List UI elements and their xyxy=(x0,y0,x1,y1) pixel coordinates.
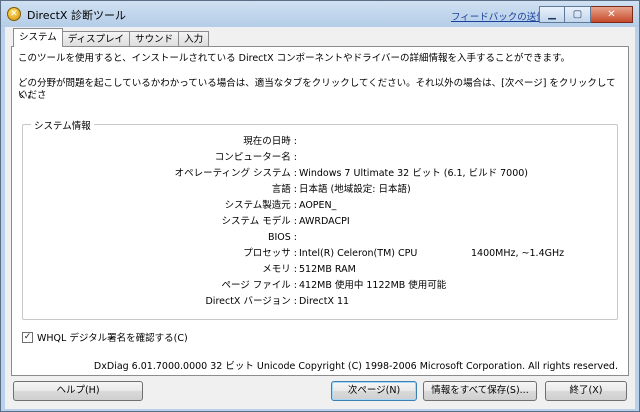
maximize-icon: ▢ xyxy=(572,9,583,20)
checkmark-icon: ✓ xyxy=(23,331,32,342)
tab-display[interactable]: ディスプレイ xyxy=(61,31,131,47)
info-label: オペレーティング システム : xyxy=(174,168,297,179)
info-label: 現在の日時 : xyxy=(243,136,297,147)
info-value: 日本語 (地域設定: 日本語) xyxy=(299,184,411,195)
info-label: 言語 : xyxy=(271,184,297,195)
directx-icon: ✕ xyxy=(7,7,21,21)
exit-button[interactable]: 終了(X) xyxy=(545,381,627,401)
title-bar[interactable]: ✕ DirectX 診断ツール フィードバックの送信 ▁ ▢ ✕ xyxy=(1,1,639,27)
processor-speed: 1400MHz, ~1.4GHz xyxy=(471,248,565,259)
save-all-button[interactable]: 情報をすべて保存(S)... xyxy=(423,381,537,401)
tab-system[interactable]: システム xyxy=(13,28,63,47)
info-label: システム製造元 : xyxy=(224,200,297,211)
info-value: AWRDACPI xyxy=(299,216,350,227)
whql-check-row[interactable]: ✓ WHQL デジタル署名を確認する(C) xyxy=(22,330,188,344)
whql-checkbox[interactable]: ✓ xyxy=(22,331,33,343)
info-label: プロセッサ : xyxy=(243,248,297,259)
group-title: システム情報 xyxy=(31,118,94,132)
maximize-button[interactable]: ▢ xyxy=(565,6,591,23)
info-label: コンピューター名 : xyxy=(214,152,297,163)
info-value: DirectX 11 xyxy=(299,296,350,307)
info-label: システム モデル : xyxy=(221,216,297,227)
version-copyright: DxDiag 6.01.7000.0000 32 ビット Unicode Cop… xyxy=(93,361,618,372)
info-row-manufacturer: システム製造元 : AOPEN_ xyxy=(23,199,613,213)
info-value: Intel(R) Celeron(TM) CPU xyxy=(299,248,418,259)
feedback-link[interactable]: フィードバックの送信 xyxy=(451,9,546,23)
minimize-icon: ▁ xyxy=(548,9,556,20)
tab-sound[interactable]: サウンド xyxy=(129,31,180,47)
info-row-datetime: 現在の日時 : xyxy=(23,135,613,149)
info-row-model: システム モデル : AWRDACPI xyxy=(23,215,613,229)
intro-text-3: い。 xyxy=(18,90,38,101)
info-row-processor: プロセッサ : Intel(R) Celeron(TM) CPU 1400MHz… xyxy=(23,247,613,261)
help-button[interactable]: ヘルプ(H) xyxy=(13,381,143,401)
info-row-bios: BIOS : xyxy=(23,231,613,245)
tab-strip: システム ディスプレイ サウンド 入力 xyxy=(13,28,210,47)
info-row-directx-version: DirectX バージョン : DirectX 11 xyxy=(23,295,613,309)
directx-diag-window: ✕ DirectX 診断ツール フィードバックの送信 ▁ ▢ ✕ システム ディ… xyxy=(0,0,640,412)
info-row-language: 言語 : 日本語 (地域設定: 日本語) xyxy=(23,183,613,197)
system-info-group: システム情報 現在の日時 : コンピューター名 : オペレーティング システム … xyxy=(22,118,618,320)
info-row-os: オペレーティング システム : Windows 7 Ultimate 32 ビッ… xyxy=(23,167,613,181)
close-button[interactable]: ✕ xyxy=(591,6,633,23)
whql-label: WHQL デジタル署名を確認する(C) xyxy=(37,333,188,344)
window-controls: ▁ ▢ ✕ xyxy=(539,6,633,23)
next-page-button[interactable]: 次ページ(N) xyxy=(331,381,417,401)
info-value: 512MB RAM xyxy=(299,264,356,275)
info-label: ページ ファイル : xyxy=(221,280,297,291)
system-tab-panel: このツールを使用すると、インストールされている DirectX コンポーネントや… xyxy=(11,46,629,376)
info-label: BIOS : xyxy=(267,232,297,243)
minimize-button[interactable]: ▁ xyxy=(539,6,565,23)
info-label: メモリ : xyxy=(262,264,297,275)
info-value: Windows 7 Ultimate 32 ビット (6.1, ビルド 7000… xyxy=(299,168,528,179)
info-row-page-file: ページ ファイル : 412MB 使用中 1122MB 使用可能 xyxy=(23,279,613,293)
intro-text-1: このツールを使用すると、インストールされている DirectX コンポーネントや… xyxy=(18,53,570,64)
info-label: DirectX バージョン : xyxy=(205,296,297,307)
info-row-memory: メモリ : 512MB RAM xyxy=(23,263,613,277)
tab-input[interactable]: 入力 xyxy=(178,31,210,47)
close-icon: ✕ xyxy=(607,9,616,20)
info-value: 412MB 使用中 1122MB 使用可能 xyxy=(299,280,447,291)
info-row-computer-name: コンピューター名 : xyxy=(23,151,613,165)
dialog-client: システム ディスプレイ サウンド 入力 このツールを使用すると、インストールされ… xyxy=(5,27,635,409)
window-title: DirectX 診断ツール xyxy=(27,9,126,22)
info-value: AOPEN_ xyxy=(299,200,337,211)
